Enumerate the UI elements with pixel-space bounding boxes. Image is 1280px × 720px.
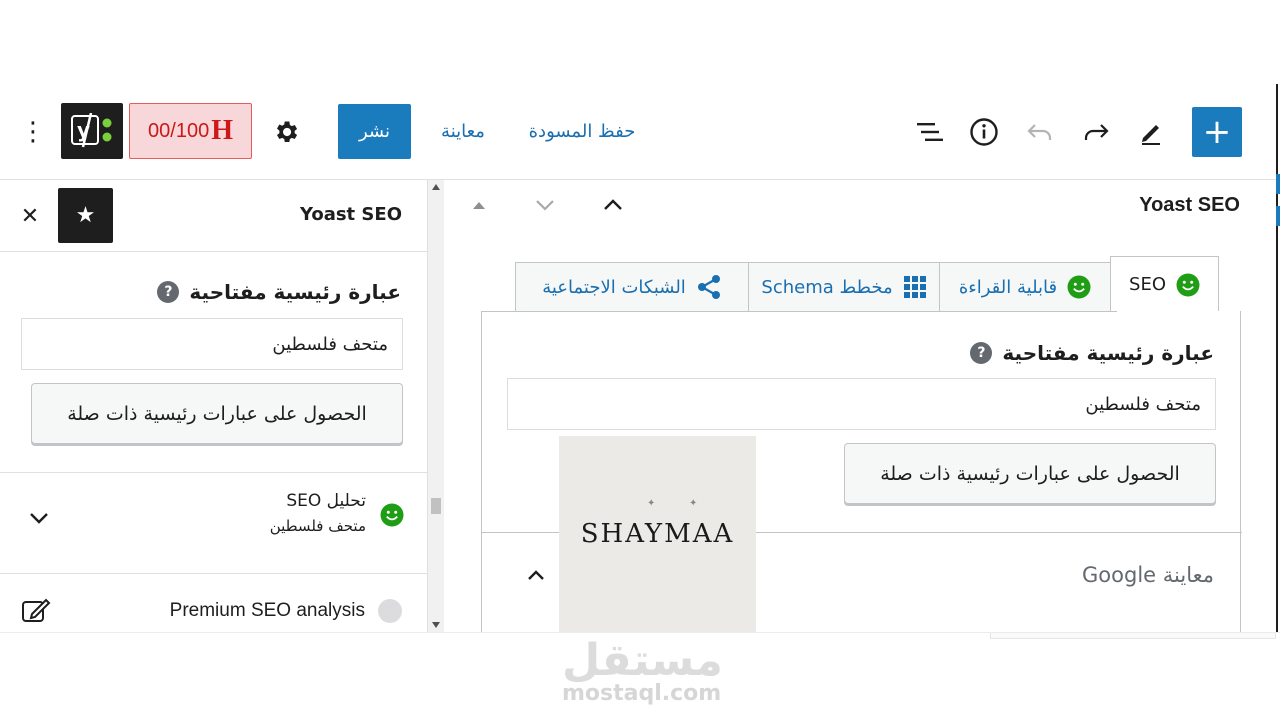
tab-schema[interactable]: مخطط Schema (748, 262, 940, 312)
premium-analysis-label: Premium SEO analysis (169, 600, 365, 621)
watermark-card: ✦ ✦ SHAYMAA (559, 436, 756, 632)
move-up-icon[interactable] (466, 192, 492, 218)
google-preview-title: معاينة Google (1082, 563, 1214, 587)
metabox-title: Yoast SEO (1139, 194, 1240, 216)
pencil-icon[interactable] (1133, 114, 1169, 150)
related-keyphrases-button[interactable]: الحصول على عبارات رئيسية ذات صلة (31, 383, 403, 444)
seo-score-text: 00/100 (148, 119, 210, 142)
redo-icon[interactable] (1078, 114, 1114, 150)
focus-keyphrase-label: عبارة رئيسية مفتاحية ? (970, 341, 1214, 365)
list-view-icon[interactable] (912, 114, 948, 150)
premium-status-dot (378, 599, 402, 623)
focus-keyphrase-text: عبارة رئيسية مفتاحية (1002, 341, 1214, 365)
focus-keyphrase-text: عبارة رئيسية مفتاحية (189, 280, 401, 304)
watermark-card-text: SHAYMAA (580, 519, 735, 549)
edge-accent (1276, 174, 1280, 194)
chevron-down-icon[interactable] (532, 192, 558, 218)
sidebar-scrollbar[interactable] (428, 180, 444, 632)
yoast-logo-icon[interactable]: y (61, 103, 123, 159)
premium-analysis-row[interactable]: Premium SEO analysis (0, 580, 427, 632)
scroll-up-icon[interactable] (432, 184, 440, 190)
save-draft-button[interactable]: حفظ المسودة (520, 116, 644, 146)
focus-keyphrase-input[interactable]: متحف فلسطين (21, 318, 403, 370)
seo-analysis-keyword: متحف فلسطين (269, 517, 366, 535)
tab-social[interactable]: الشبكات الاجتماعية (515, 262, 749, 312)
seo-analysis-title: تحليل SEO (286, 491, 366, 511)
editor-toolbar: ⋮ y 00/100 H نشر معاينة حفظ المسودة + (0, 84, 1280, 180)
scroll-down-icon[interactable] (432, 622, 440, 628)
help-icon[interactable]: ? (157, 281, 180, 303)
watermark-latin: mostaql.com (562, 681, 722, 706)
edit-icon[interactable] (20, 596, 52, 624)
seo-analysis-row[interactable]: تحليل SEO متحف فلسطين (0, 472, 427, 574)
site-watermark: مستقل mostaql.com (0, 632, 1280, 720)
preview-button[interactable]: معاينة (432, 116, 494, 146)
top-blank-area (0, 0, 1280, 84)
undo-icon[interactable] (1022, 114, 1058, 150)
tab-readability[interactable]: قابلية القراءة (939, 262, 1111, 312)
related-keyphrases-button[interactable]: الحصول على عبارات رئيسية ذات صلة (844, 443, 1216, 504)
tab-readability-label: قابلية القراءة (958, 276, 1058, 298)
focus-keyphrase-label: عبارة رئيسية مفتاحية ? (157, 280, 401, 304)
heading-h-icon: H (211, 115, 233, 146)
publish-button[interactable]: نشر (338, 104, 411, 159)
smiley-good-icon (1176, 273, 1200, 296)
edge-accent (1276, 206, 1280, 226)
chevron-up-icon[interactable] (524, 564, 550, 590)
metabox-tabs: الشبكات الاجتماعية مخطط Schema قابلية ال… (515, 256, 1219, 312)
star-icon[interactable]: ★ (58, 188, 113, 243)
tab-social-label: الشبكات الاجتماعية (542, 276, 686, 298)
info-icon[interactable] (966, 114, 1002, 150)
sparkle-icon: ✦ (689, 498, 698, 509)
chevron-up-icon[interactable] (600, 192, 626, 218)
sidebar-title: Yoast SEO (299, 204, 402, 225)
options-menu-icon[interactable]: ⋮ (18, 114, 48, 150)
sidebar-header: ✕ ★ Yoast SEO (0, 180, 427, 252)
scroll-thumb[interactable] (431, 498, 441, 514)
focus-keyphrase-input[interactable]: متحف فلسطين (507, 378, 1216, 430)
smiley-good-icon (1067, 275, 1091, 299)
watermark-arabic: مستقل (562, 635, 723, 686)
close-icon[interactable]: ✕ (16, 202, 44, 230)
add-block-button[interactable]: + (1192, 107, 1242, 157)
seo-score-badge[interactable]: 00/100 H (129, 103, 252, 159)
window-edge (1276, 84, 1278, 644)
smiley-good-icon (380, 503, 404, 527)
gear-icon[interactable] (268, 114, 304, 150)
chevron-down-icon[interactable] (26, 505, 52, 531)
share-icon (697, 275, 720, 299)
grid-icon (903, 276, 926, 298)
yoast-sidebar: ✕ ★ Yoast SEO عبارة رئيسية مفتاحية ? متح… (0, 180, 428, 632)
partial-panel (990, 633, 1276, 639)
help-icon[interactable]: ? (970, 342, 993, 364)
sparkle-icon: ✦ (647, 498, 656, 509)
tab-schema-label: مخطط Schema (761, 276, 893, 298)
tab-seo-label: SEO (1129, 274, 1166, 295)
tab-seo[interactable]: SEO (1110, 256, 1219, 312)
